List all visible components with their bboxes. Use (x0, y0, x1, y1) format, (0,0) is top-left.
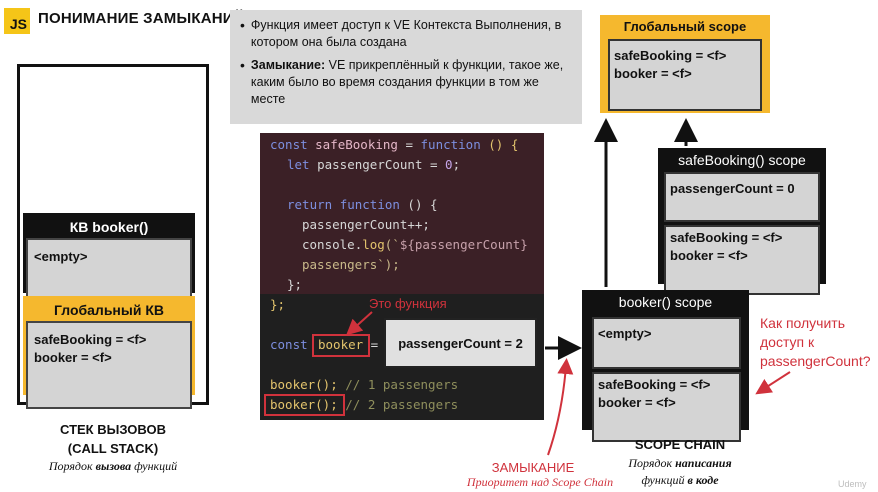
arrow-question-icon (755, 371, 791, 395)
arrows-layer (346, 118, 791, 456)
arrow-label-to-booker-icon (346, 311, 373, 336)
arrow-closure-icon (547, 358, 574, 456)
